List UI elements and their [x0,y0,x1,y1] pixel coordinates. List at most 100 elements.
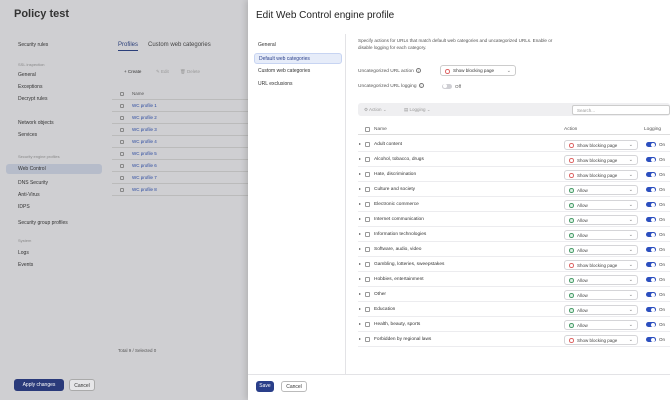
sidebar-item[interactable]: General [6,70,102,80]
edit-button[interactable]: ✎ Edit [156,69,169,75]
row-checkbox[interactable] [365,262,370,267]
sidebar-item[interactable]: Exceptions [6,82,102,92]
table-row[interactable]: WC profile 8 [112,184,250,196]
sidebar-item[interactable]: Security rules [6,40,102,50]
nav-item[interactable]: Default web categories [254,53,342,64]
row-checkbox[interactable] [365,232,370,237]
action-select[interactable]: Show blocking page ⌄ [564,259,638,270]
sidebar-item[interactable]: Decrypt rules [6,94,102,104]
logging-toggle[interactable] [646,261,656,268]
action-select[interactable]: Allow ⌄ [564,199,638,210]
sidebar-item[interactable]: Events [6,260,102,270]
row-checkbox[interactable] [120,128,124,132]
action-select[interactable]: Allow ⌄ [564,184,638,195]
expand-icon[interactable]: ▸ [359,201,361,206]
create-button[interactable]: + Create [124,69,141,74]
action-select[interactable]: Allow ⌄ [564,289,638,300]
background-cancel-button[interactable]: Cancel [69,379,95,391]
expand-icon[interactable]: ▸ [359,261,361,266]
row-checkbox[interactable] [365,247,370,252]
logging-toggle[interactable] [646,231,656,238]
action-select[interactable]: Allow ⌄ [564,274,638,285]
logging-toggle[interactable] [646,156,656,163]
action-menu-button[interactable]: ⚙ Action ⌄ [364,107,387,113]
expand-icon[interactable]: ▸ [359,336,361,341]
row-checkbox[interactable] [365,202,370,207]
logging-toggle[interactable] [646,216,656,223]
select-all-checkbox[interactable] [120,92,124,96]
row-checkbox[interactable] [120,116,124,120]
nav-item[interactable]: General [254,40,342,51]
expand-icon[interactable]: ▸ [359,276,361,281]
logging-toggle[interactable] [646,186,656,193]
logging-toggle[interactable] [646,321,656,328]
profile-link[interactable]: WC profile 5 [132,148,157,160]
row-checkbox[interactable] [365,172,370,177]
row-checkbox[interactable] [365,157,370,162]
sidebar-item[interactable]: DNS Security [6,178,102,188]
profile-link[interactable]: WC profile 3 [132,124,157,136]
cancel-button[interactable]: Cancel [281,381,307,392]
nav-item[interactable]: Custom web categories [254,66,342,77]
action-select[interactable]: Allow ⌄ [564,319,638,330]
row-checkbox[interactable] [365,292,370,297]
logging-toggle[interactable] [646,336,656,343]
logging-toggle[interactable] [646,276,656,283]
tab-profiles[interactable]: Profiles [118,42,139,51]
row-checkbox[interactable] [365,142,370,147]
action-select[interactable]: Show blocking page ⌄ [564,169,638,180]
row-checkbox[interactable] [365,322,370,327]
info-icon[interactable]: i [418,83,424,88]
row-checkbox[interactable] [365,337,370,342]
table-row[interactable]: WC profile 4 [112,136,250,148]
profile-link[interactable]: WC profile 8 [132,184,157,196]
row-checkbox[interactable] [120,164,124,168]
action-select[interactable]: Allow ⌄ [564,214,638,225]
table-row[interactable]: WC profile 7 [112,172,250,184]
expand-icon[interactable]: ▸ [359,186,361,191]
logging-toggle[interactable] [646,201,656,208]
action-select[interactable]: Allow ⌄ [564,244,638,255]
expand-icon[interactable]: ▸ [359,216,361,221]
profile-link[interactable]: WC profile 7 [132,172,157,184]
row-checkbox[interactable] [120,140,124,144]
logging-toggle[interactable] [646,141,656,148]
profile-link[interactable]: WC profile 1 [132,100,157,112]
expand-icon[interactable]: ▸ [359,156,361,161]
sidebar-item[interactable]: Network objects [6,118,102,128]
apply-changes-button[interactable]: Apply changes [14,379,64,391]
sidebar-item[interactable]: Logs [6,248,102,258]
expand-icon[interactable]: ▸ [359,306,361,311]
row-checkbox[interactable] [120,176,124,180]
sidebar-item[interactable]: Services [6,130,102,140]
uncategorized-action-select[interactable]: Show blocking page ⌄ [440,65,516,76]
expand-icon[interactable]: ▸ [359,141,361,146]
table-row[interactable]: WC profile 1 [112,100,250,112]
table-row[interactable]: WC profile 2 [112,112,250,124]
sidebar-item[interactable]: Security group profiles [6,218,102,228]
table-row[interactable]: WC profile 5 [112,148,250,160]
expand-icon[interactable]: ▸ [359,246,361,251]
nav-item[interactable]: URL exclusions [254,79,342,90]
tab-custom-web-categories[interactable]: Custom web categories [148,42,211,48]
info-icon[interactable]: i [415,68,421,73]
sidebar-item[interactable]: Web Control [6,164,102,174]
action-select[interactable]: Show blocking page ⌄ [564,334,638,345]
table-row[interactable]: WC profile 3 [112,124,250,136]
row-checkbox[interactable] [120,152,124,156]
action-select[interactable]: Show blocking page ⌄ [564,154,638,165]
expand-icon[interactable]: ▸ [359,291,361,296]
select-all-checkbox[interactable] [365,127,370,132]
row-checkbox[interactable] [365,187,370,192]
logging-menu-button[interactable]: ▤ Logging ⌄ [404,107,431,113]
search-input[interactable]: Search... [572,104,670,115]
save-button[interactable]: Save [256,381,274,392]
sidebar-item[interactable]: IDPS [6,202,102,212]
row-checkbox[interactable] [120,188,124,192]
row-checkbox[interactable] [365,307,370,312]
row-checkbox[interactable] [365,217,370,222]
sidebar-item[interactable]: Anti-Virus [6,190,102,200]
logging-toggle[interactable] [646,306,656,313]
logging-toggle[interactable] [646,291,656,298]
action-select[interactable]: Show blocking page ⌄ [564,139,638,150]
